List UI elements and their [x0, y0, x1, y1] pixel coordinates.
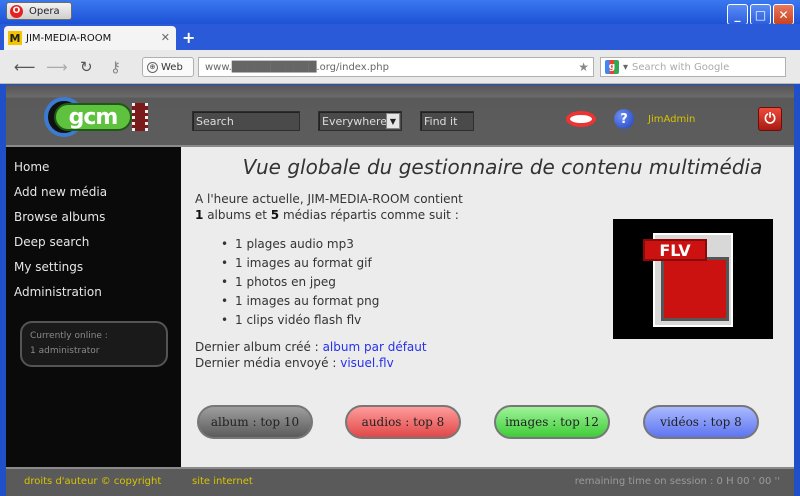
sidebar-item-add-media[interactable]: Add new média — [14, 185, 107, 199]
search-scope-value: Everywhere — [322, 114, 388, 128]
audios-top-button[interactable]: audios : top 8 — [345, 405, 461, 439]
main-content: Vue globale du gestionnaire de contenu m… — [181, 147, 794, 467]
tab-bar: M JIM-MEDIA-ROOM ✕ + — [0, 24, 800, 50]
videos-top-button[interactable]: vidéos : top 8 — [643, 405, 759, 439]
new-tab-icon[interactable]: + — [182, 28, 195, 47]
list-item: 1 images au format png — [221, 292, 379, 311]
last-media-label: Dernier média envoyé : — [195, 356, 337, 370]
online-title: Currently online : — [30, 331, 108, 341]
sidebar-item-my-settings[interactable]: My settings — [14, 260, 83, 274]
last-album-label: Dernier album créé : — [195, 340, 319, 354]
maximize-icon[interactable]: □ — [750, 4, 771, 25]
last-album-link[interactable]: album par défaut — [323, 340, 427, 354]
session-remaining-time: remaining time on session : 0 H 00 ' 00 … — [574, 476, 780, 487]
lifebuoy-icon[interactable] — [566, 111, 596, 127]
summary-text: A l'heure actuelle, JIM-MEDIA-ROOM conti… — [195, 191, 463, 223]
sidebar-item-deep-search[interactable]: Deep search — [14, 235, 89, 249]
opera-menu-label: Opera — [29, 5, 60, 17]
bookmark-star-icon[interactable]: ★ — [578, 60, 589, 74]
site-search-input[interactable]: Search — [192, 111, 300, 131]
medias-text: médias répartis comme suit : — [282, 208, 459, 222]
sidebar-item-browse-albums[interactable]: Browse albums — [14, 210, 105, 224]
opera-logo-icon: O — [10, 4, 23, 18]
gcm-logo[interactable]: gcm — [44, 97, 148, 137]
address-bar[interactable]: www.███████████.org/index.php ★ — [198, 57, 594, 77]
sidebar: Home Add new média Browse albums Deep se… — [6, 147, 181, 467]
copyright-link[interactable]: droits d'auteur © copyright — [24, 476, 161, 487]
globe-icon: ⊕ — [147, 61, 158, 73]
tab-close-icon[interactable]: ✕ — [161, 31, 170, 44]
list-item: 1 clips vidéo flash flv — [221, 311, 379, 330]
back-icon[interactable]: ⟵ — [14, 58, 36, 76]
logout-power-icon[interactable]: ⏻ — [758, 107, 782, 131]
browser-search-placeholder: Search with Google — [632, 61, 730, 73]
last-media-row: Dernier média envoyé : visuel.flv — [195, 355, 427, 371]
list-item: 1 plages audio mp3 — [221, 235, 379, 254]
search-scope-select[interactable]: Everywhere ▼ — [318, 111, 402, 131]
username-link[interactable]: JimAdmin — [648, 114, 695, 125]
web-badge[interactable]: ⊕ Web — [142, 57, 194, 77]
opera-menu-button[interactable]: O Opera — [6, 2, 72, 20]
media-breakdown-list: 1 plages audio mp3 1 images au format gi… — [221, 235, 379, 330]
reload-icon[interactable]: ↻ — [80, 58, 93, 76]
tab-title: JIM-MEDIA-ROOM — [26, 32, 112, 44]
forward-icon[interactable]: ⟶ — [46, 58, 68, 76]
list-item: 1 photos en jpeg — [221, 273, 379, 292]
minimize-icon[interactable]: _ — [727, 4, 748, 25]
latest-items: Dernier album créé : album par défaut De… — [195, 339, 427, 371]
window-controls: _ □ ✕ — [727, 4, 794, 25]
chevron-down-icon[interactable]: ▾ — [623, 62, 628, 73]
browser-search-field[interactable]: g ▾ Search with Google — [600, 57, 786, 77]
dropdown-arrow-icon[interactable]: ▼ — [386, 113, 400, 129]
site-header: gcm Search Everywhere ▼ Find it ? JimAdm… — [6, 85, 794, 147]
medias-count: 5 — [270, 208, 280, 222]
website-link[interactable]: site internet — [192, 476, 253, 487]
help-icon[interactable]: ? — [614, 109, 634, 129]
film-strip-icon — [661, 257, 729, 321]
find-it-button[interactable]: Find it — [420, 111, 474, 131]
tab-jim-media-room[interactable]: M JIM-MEDIA-ROOM ✕ — [4, 26, 176, 50]
logo-text: gcm — [54, 103, 132, 131]
online-value: 1 administrator — [30, 346, 100, 356]
film-strip-icon — [132, 103, 148, 131]
web-page: gcm Search Everywhere ▼ Find it ? JimAdm… — [6, 85, 794, 496]
google-icon: g — [605, 60, 619, 74]
online-users-box: Currently online : 1 administrator — [20, 321, 168, 367]
list-item: 1 images au format gif — [221, 254, 379, 273]
flv-label: FLV — [643, 239, 707, 261]
web-badge-label: Web — [161, 61, 183, 73]
albums-text: albums et — [207, 208, 267, 222]
sidebar-item-home[interactable]: Home — [14, 160, 49, 174]
flv-file-icon: FLV — [643, 233, 733, 327]
counts-line: 1 albums et 5 médias répartis comme suit… — [195, 207, 463, 223]
albums-count: 1 — [195, 208, 204, 222]
find-it-label: Find it — [424, 114, 458, 128]
site-footer: droits d'auteur © copyright site interne… — [6, 467, 794, 496]
url-text: www.███████████.org/index.php — [205, 61, 389, 73]
window-titlebar: O Opera _ □ ✕ — [0, 0, 800, 25]
key-icon[interactable]: ⚷ — [110, 58, 121, 76]
intro-line: A l'heure actuelle, JIM-MEDIA-ROOM conti… — [195, 192, 463, 206]
close-window-icon[interactable]: ✕ — [773, 4, 794, 25]
last-media-link[interactable]: visuel.flv — [340, 356, 393, 370]
images-top-button[interactable]: images : top 12 — [494, 405, 610, 439]
last-media-thumbnail[interactable]: FLV — [613, 219, 773, 339]
navigation-bar: ⟵ ⟶ ↻ ⚷ ⊕ Web www.███████████.org/index.… — [0, 50, 800, 84]
tab-favicon-icon: M — [8, 31, 22, 45]
last-album-row: Dernier album créé : album par défaut — [195, 339, 427, 355]
albums-top-button[interactable]: album : top 10 — [197, 405, 313, 439]
site-search-placeholder: Search — [196, 114, 234, 128]
sidebar-item-administration[interactable]: Administration — [14, 285, 102, 299]
page-title: Vue globale du gestionnaire de contenu m… — [242, 155, 763, 179]
